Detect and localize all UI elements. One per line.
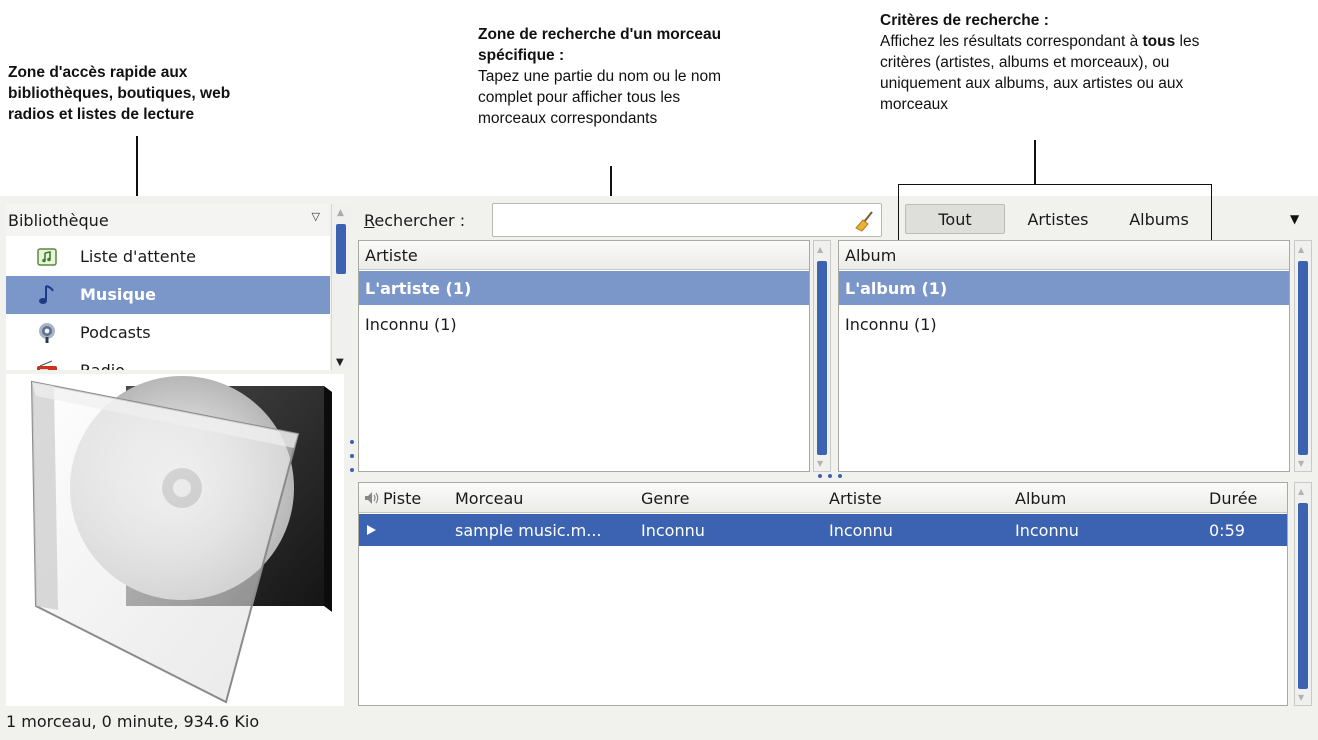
source-selector[interactable]: Bibliothèque ▽ — [6, 204, 328, 236]
source-item-music[interactable]: Musique — [6, 276, 330, 314]
column-header-duree[interactable]: Durée — [1209, 483, 1257, 513]
podcast-icon — [39, 323, 55, 343]
scroll-down-icon[interactable]: ▼ — [1298, 459, 1304, 468]
search-input[interactable] — [492, 203, 882, 237]
pane-resize-handle[interactable] — [818, 474, 848, 480]
source-item-podcasts[interactable]: Podcasts — [6, 314, 330, 352]
annotation-criteria-zone: Critères de recherche : Affichez les rés… — [880, 10, 1300, 115]
track-list: Piste Morceau Genre Artiste Album Durée … — [358, 482, 1288, 706]
scrollbar-thumb[interactable] — [1298, 503, 1308, 689]
artist-pane-scrollbar[interactable]: ▲ ▼ — [813, 240, 831, 472]
artist-row[interactable]: Inconnu (1) — [359, 307, 809, 341]
track-morceau: sample music.m... — [455, 521, 602, 540]
album-row[interactable]: Inconnu (1) — [839, 307, 1289, 341]
scroll-up-icon[interactable]: ▲ — [337, 208, 344, 218]
cd-case-icon — [30, 376, 332, 704]
annotation-line: uniquement aux albums, aux artistes ou a… — [880, 75, 1184, 92]
column-header-album[interactable]: Album — [1015, 483, 1066, 513]
annotation-line: morceaux correspondants — [478, 110, 658, 127]
annotation-line: bibliothèques, boutiques, web — [8, 85, 231, 102]
source-item-queue[interactable]: Liste d'attente — [6, 238, 330, 276]
column-header-genre[interactable]: Genre — [641, 483, 689, 513]
annotation-line: radios et listes de lecture — [8, 106, 195, 123]
scroll-up-icon[interactable]: ▲ — [1298, 487, 1304, 496]
source-item-label: Podcasts — [80, 323, 151, 342]
album-column-header[interactable]: Album — [839, 241, 1289, 270]
artist-row[interactable]: L'artiste (1) — [359, 271, 809, 305]
source-list-scrollbar[interactable]: ▲ ▼ — [331, 204, 351, 370]
scroll-up-icon[interactable]: ▲ — [817, 245, 823, 254]
radio-icon — [37, 360, 57, 370]
column-header-artiste[interactable]: Artiste — [829, 483, 882, 513]
artist-column-header[interactable]: Artiste — [359, 241, 809, 270]
pane-resize-handle[interactable] — [350, 440, 356, 476]
criteria-menu-arrow-icon[interactable]: ▼ — [1290, 212, 1299, 226]
annotation-line: Tapez une partie du nom ou le nom — [478, 68, 721, 85]
album-pane: Album L'album (1) Inconnu (1) — [838, 240, 1290, 472]
queue-icon — [37, 248, 57, 266]
scrollbar-thumb[interactable] — [336, 224, 346, 274]
source-item-label: Liste d'attente — [80, 247, 196, 266]
table-row[interactable]: sample music.m... Inconnu Inconnu Inconn… — [359, 514, 1287, 546]
scroll-down-icon[interactable]: ▼ — [336, 357, 344, 368]
source-item-label: Radio — [80, 361, 125, 370]
source-item-label: Musique — [80, 285, 157, 304]
source-list: Liste d'attente Musique Podcasts Radio — [6, 236, 330, 370]
annotation-line: critères (artistes, albums et morceaux),… — [880, 54, 1170, 71]
column-header-morceau[interactable]: Morceau — [455, 483, 523, 513]
artist-pane: Artiste L'artiste (1) Inconnu (1) — [358, 240, 810, 472]
scrollbar-thumb[interactable] — [817, 261, 827, 455]
track-duree: 0:59 — [1209, 521, 1245, 540]
track-genre: Inconnu — [641, 521, 705, 540]
annotation-line: complet pour afficher tous les — [478, 89, 681, 106]
scroll-down-icon[interactable]: ▼ — [817, 459, 823, 468]
scrollbar-thumb[interactable] — [1298, 261, 1308, 455]
annotation-pointer-criteria — [1034, 140, 1036, 184]
music-note-icon — [39, 285, 54, 304]
annotation-line: morceaux — [880, 96, 949, 113]
track-artiste: Inconnu — [829, 521, 893, 540]
speaker-icon — [365, 492, 379, 504]
broom-icon[interactable] — [854, 210, 876, 232]
track-list-scrollbar[interactable]: ▲ ▼ — [1294, 482, 1312, 706]
dropdown-arrow-icon: ▽ — [311, 210, 320, 223]
source-selector-label: Bibliothèque — [8, 210, 109, 230]
search-label: Rechercher : — [364, 211, 466, 230]
annotation-title: Zone de recherche d'un morceau — [478, 26, 722, 43]
status-bar: 1 morceau, 0 minute, 934.6 Kio — [6, 712, 260, 731]
annotation-line: Zone d'accès rapide aux — [8, 64, 188, 81]
play-icon — [367, 525, 376, 535]
annotation-line: Affichez les résultats correspondant à t… — [880, 33, 1200, 50]
annotation-library-zone: Zone d'accès rapide aux bibliothèques, b… — [8, 62, 328, 125]
annotation-criteria-box — [898, 184, 1212, 246]
scroll-up-icon[interactable]: ▲ — [1298, 245, 1304, 254]
annotation-search-zone: Zone de recherche d'un morceau spécifiqu… — [478, 24, 808, 129]
source-item-radio[interactable]: Radio — [6, 352, 330, 370]
track-album: Inconnu — [1015, 521, 1079, 540]
annotation-title: spécifique : — [478, 47, 565, 64]
cover-art — [6, 374, 344, 706]
scroll-down-icon[interactable]: ▼ — [1298, 693, 1304, 702]
album-row[interactable]: L'album (1) — [839, 271, 1289, 305]
annotation-title: Critères de recherche : — [880, 12, 1049, 29]
column-header-piste[interactable]: Piste — [383, 483, 421, 513]
annotation-pointer-library — [136, 136, 138, 202]
album-pane-scrollbar[interactable]: ▲ ▼ — [1294, 240, 1312, 472]
